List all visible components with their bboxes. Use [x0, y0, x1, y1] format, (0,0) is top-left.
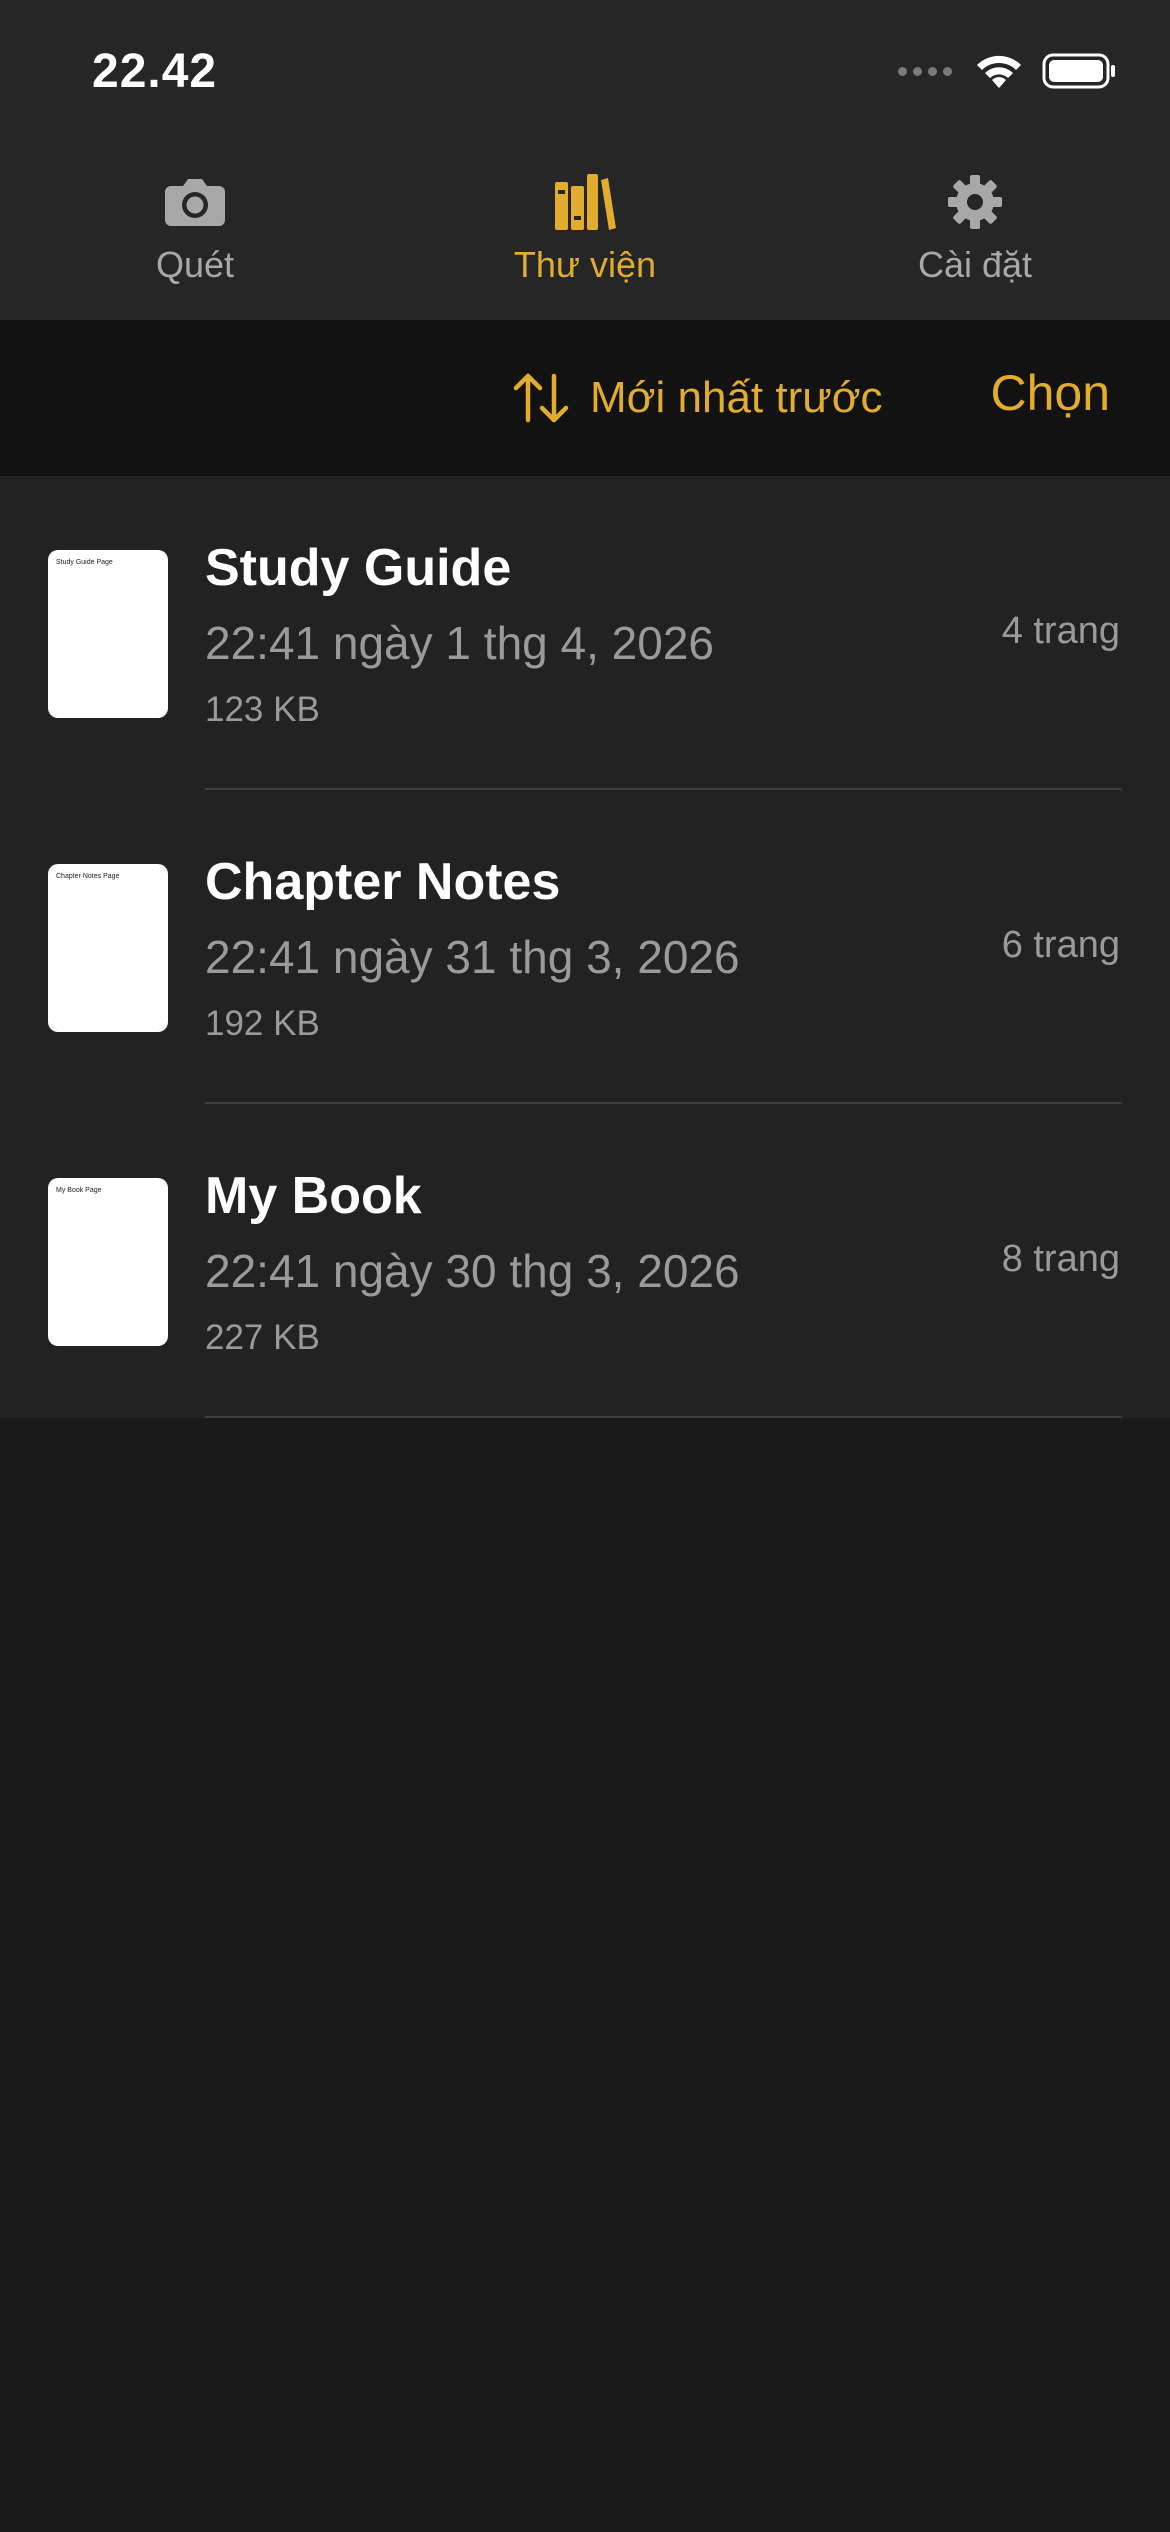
document-row[interactable]: Study Guide Page Study Guide 22:41 ngày …	[0, 476, 1170, 790]
battery-icon	[1042, 53, 1115, 89]
cellular-signal-icon	[898, 66, 952, 76]
document-thumbnail: Study Guide Page	[48, 550, 168, 718]
document-title: Study Guide	[205, 539, 512, 597]
library-toolbar: Mới nhất trước Chọn	[0, 320, 1170, 476]
thumbnail-text: Chapter Notes Page	[56, 873, 120, 880]
sort-arrows-icon	[513, 373, 569, 423]
top-tab-bar: Quét Thư viện Cài đặt	[0, 150, 1170, 320]
document-date: 22:41 ngày 31 thg 3, 2026	[205, 931, 740, 983]
document-page-count: 4 trang	[1001, 610, 1120, 652]
document-date: 22:41 ngày 1 thg 4, 2026	[205, 617, 714, 669]
document-page-count: 8 trang	[1001, 1238, 1120, 1280]
document-list: Study Guide Page Study Guide 22:41 ngày …	[0, 476, 1170, 1418]
document-title: My Book	[205, 1167, 422, 1225]
row-separator	[205, 1416, 1122, 1418]
tab-settings-label: Cài đặt	[917, 244, 1033, 285]
document-date: 22:41 ngày 30 thg 3, 2026	[205, 1245, 740, 1297]
wifi-icon	[977, 55, 1021, 88]
document-size: 123 KB	[205, 690, 320, 729]
camera-icon	[163, 172, 227, 232]
sort-label: Mới nhất trước	[590, 373, 883, 422]
document-size: 192 KB	[205, 1004, 320, 1043]
gear-icon	[946, 172, 1004, 232]
tab-library[interactable]: Thư viện	[390, 150, 780, 320]
tab-library-label: Thư viện	[513, 244, 657, 285]
document-title: Chapter Notes	[205, 853, 561, 911]
thumbnail-text: Study Guide Page	[56, 559, 113, 566]
document-thumbnail: My Book Page	[48, 1178, 168, 1346]
document-size: 227 KB	[205, 1318, 320, 1357]
status-bar: 22.42	[0, 0, 1170, 150]
status-indicators	[898, 52, 1118, 90]
tab-settings[interactable]: Cài đặt	[780, 150, 1170, 320]
document-page-count: 6 trang	[1001, 924, 1120, 966]
library-screen: 22.42 Quét Thư viện Cài đặt Mới nhất trư…	[0, 0, 1170, 2532]
sort-button[interactable]: Mới nhất trước	[512, 368, 883, 428]
document-thumbnail: Chapter Notes Page	[48, 864, 168, 1032]
tab-scan-label: Quét	[155, 244, 235, 285]
status-time: 22.42	[92, 45, 218, 98]
books-icon	[553, 172, 617, 232]
thumbnail-text: My Book Page	[56, 1187, 102, 1194]
tab-scan[interactable]: Quét	[0, 150, 390, 320]
document-row[interactable]: Chapter Notes Page Chapter Notes 22:41 n…	[0, 790, 1170, 1104]
document-row[interactable]: My Book Page My Book 22:41 ngày 30 thg 3…	[0, 1104, 1170, 1418]
select-button[interactable]: Chọn	[990, 364, 1110, 422]
